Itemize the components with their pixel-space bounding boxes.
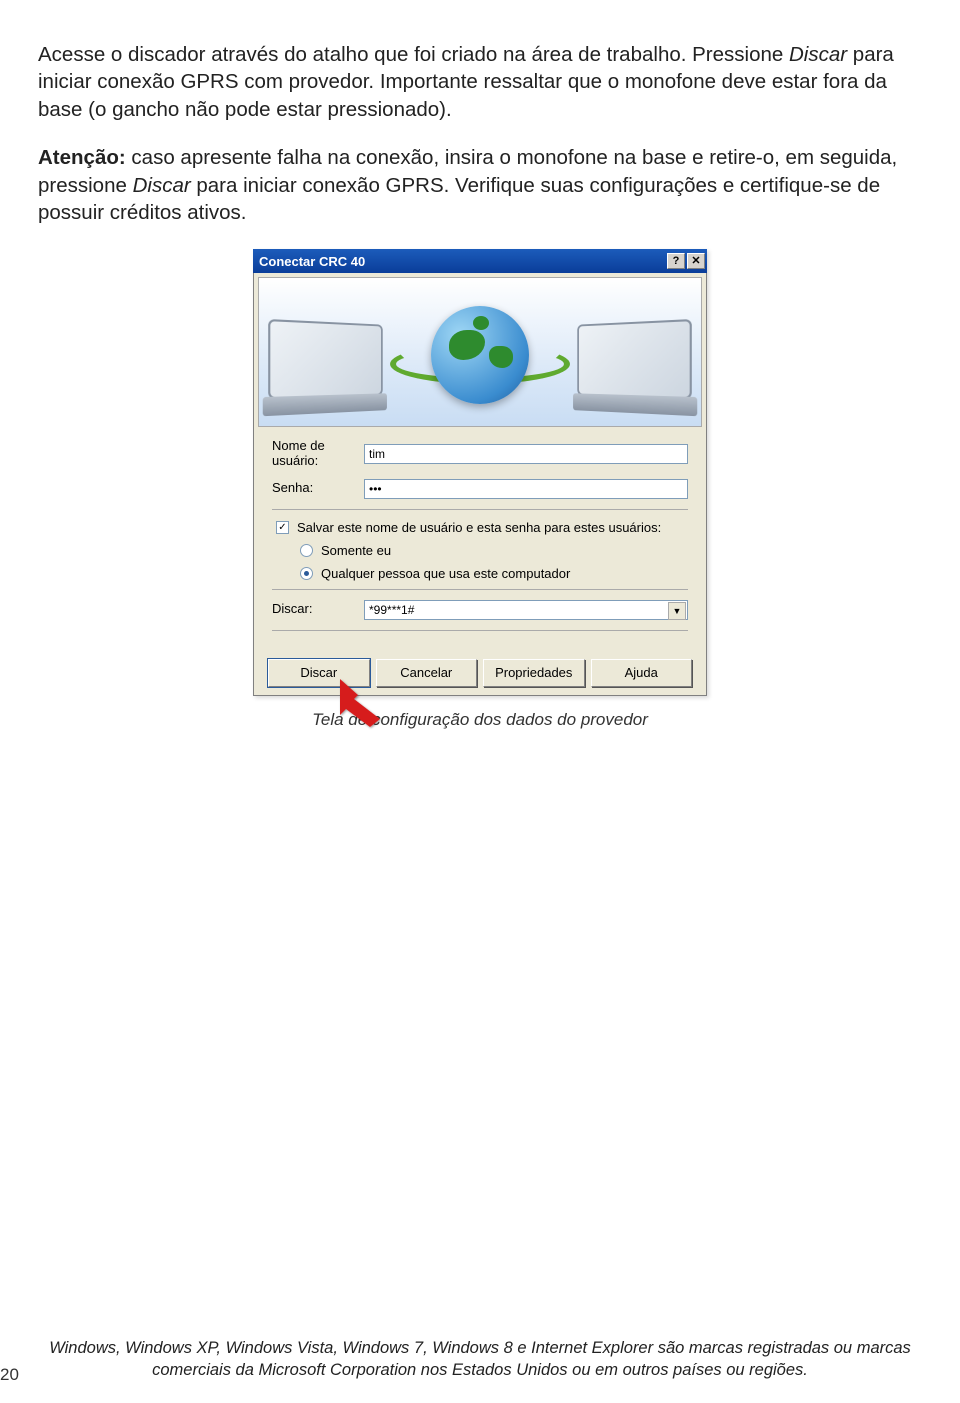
titlebar: Conectar CRC 40 ? ✕ xyxy=(253,249,707,273)
globe-icon xyxy=(431,306,529,404)
p1-discar-italic: Discar xyxy=(789,43,847,66)
dial-button-label: Discar xyxy=(300,665,337,680)
dial-label: Discar: xyxy=(272,602,364,617)
only-me-label: Somente eu xyxy=(321,543,391,558)
username-value: tim xyxy=(369,447,385,461)
help-button-label: Ajuda xyxy=(625,665,658,680)
paragraph-1: Acesse o discador através do atalho que … xyxy=(38,41,922,124)
laptop-right-icon xyxy=(577,319,692,415)
username-label: Nome de usuário: xyxy=(272,439,364,469)
dial-combobox[interactable]: *99***1# ▼ xyxy=(364,600,688,620)
password-label: Senha: xyxy=(272,481,364,496)
anyone-label: Qualquer pessoa que usa este computador xyxy=(321,566,570,581)
password-value: ••• xyxy=(369,482,382,496)
page-number: 20 xyxy=(0,1365,19,1385)
separator xyxy=(272,509,688,510)
dial-value: *99***1# xyxy=(369,603,414,617)
combo-dropdown-button[interactable]: ▼ xyxy=(668,602,686,620)
cancel-button-label: Cancelar xyxy=(400,665,452,680)
dialog-screenshot: Conectar CRC 40 ? ✕ xyxy=(38,249,922,696)
separator-2 xyxy=(272,589,688,590)
close-button[interactable]: ✕ xyxy=(687,253,705,269)
dialog-body: Nome de usuário: tim Senha: ••• ✓ Salvar… xyxy=(253,273,707,696)
close-icon: ✕ xyxy=(691,256,700,267)
help-icon: ? xyxy=(673,256,680,267)
footer-trademark: Windows, Windows XP, Windows Vista, Wind… xyxy=(38,1338,922,1381)
p2-discar-italic: Discar xyxy=(133,174,191,197)
dialog-title: Conectar CRC 40 xyxy=(259,254,365,269)
anyone-radio[interactable] xyxy=(300,567,313,580)
separator-3 xyxy=(272,630,688,631)
save-checkbox[interactable]: ✓ xyxy=(276,521,289,534)
password-input[interactable]: ••• xyxy=(364,479,688,499)
only-me-radio[interactable] xyxy=(300,544,313,557)
properties-button-label: Propriedades xyxy=(495,665,572,680)
help-dialog-button[interactable]: Ajuda xyxy=(591,659,693,687)
properties-button[interactable]: Propriedades xyxy=(483,659,585,687)
chevron-down-icon: ▼ xyxy=(673,606,682,616)
banner-image xyxy=(258,277,702,427)
laptop-left-icon xyxy=(268,319,383,415)
dial-button[interactable]: Discar xyxy=(268,659,370,687)
paragraph-2: Atenção: caso apresente falha na conexão… xyxy=(38,144,922,227)
atencao-bold: Atenção: xyxy=(38,146,126,169)
save-checkbox-label: Salvar este nome de usuário e esta senha… xyxy=(297,520,661,535)
image-caption: Tela de configuração dos dados do proved… xyxy=(38,710,922,730)
p1-text-a: Acesse o discador através do atalho que … xyxy=(38,43,789,66)
cancel-button[interactable]: Cancelar xyxy=(376,659,478,687)
username-input[interactable]: tim xyxy=(364,444,688,464)
connect-dialog: Conectar CRC 40 ? ✕ xyxy=(253,249,707,696)
help-button[interactable]: ? xyxy=(667,253,685,269)
